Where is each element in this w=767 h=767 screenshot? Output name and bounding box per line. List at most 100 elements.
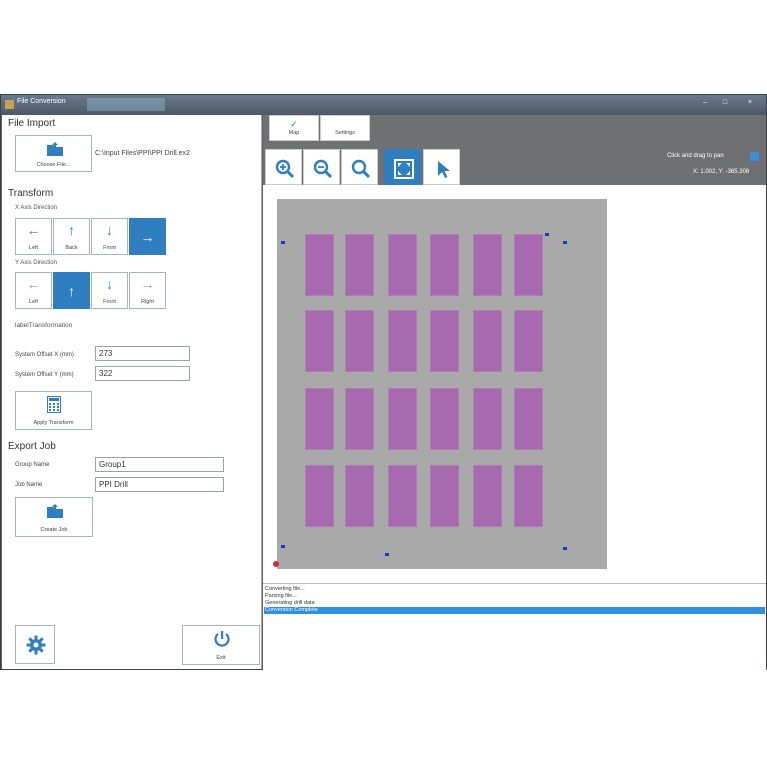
arrow-left-icon: ← bbox=[26, 222, 41, 238]
drill-panel bbox=[345, 310, 374, 372]
choose-file-button[interactable]: Choose File... bbox=[15, 135, 92, 172]
fiducial-marker bbox=[563, 547, 567, 550]
drill-panel bbox=[430, 234, 459, 296]
group-name-label: Group Name bbox=[15, 462, 50, 468]
drill-panel bbox=[514, 234, 543, 296]
job-name-label: Job Name bbox=[15, 482, 43, 488]
fiducial-marker bbox=[281, 545, 285, 548]
drill-panel bbox=[388, 310, 417, 372]
toolbar: ✓ Map Settings Click and drag to pan X: … bbox=[263, 115, 766, 185]
magnifier-icon bbox=[351, 159, 371, 179]
drill-panel bbox=[345, 465, 374, 527]
x-right-button[interactable]: → bbox=[129, 218, 166, 255]
checkmark-icon: ✓ bbox=[290, 119, 298, 129]
app-icon bbox=[5, 100, 14, 109]
log-line: Parsing file... bbox=[265, 593, 297, 599]
minimize-icon[interactable]: – bbox=[701, 99, 709, 107]
settings-tab-label: Settings bbox=[335, 130, 355, 136]
drill-panel bbox=[305, 388, 334, 450]
drill-panel bbox=[473, 388, 502, 450]
calculator-icon bbox=[47, 396, 61, 413]
drill-panel bbox=[514, 388, 543, 450]
drill-panel bbox=[514, 310, 543, 372]
folder-icon bbox=[47, 142, 63, 156]
arrow-down-icon: ↓ bbox=[106, 222, 113, 238]
fiducial-marker bbox=[563, 241, 567, 244]
drill-panel bbox=[388, 234, 417, 296]
drill-panel bbox=[305, 310, 334, 372]
drill-board bbox=[277, 199, 607, 569]
offset-y-input[interactable] bbox=[95, 366, 190, 381]
fiducial-marker bbox=[545, 233, 549, 236]
zoom-out-icon bbox=[313, 159, 333, 179]
y-right-button[interactable]: → Right bbox=[129, 272, 166, 309]
settings-tab[interactable]: Settings bbox=[320, 115, 370, 141]
close-icon[interactable]: × bbox=[746, 99, 754, 107]
arrow-up-icon: ↑ bbox=[68, 222, 75, 238]
create-job-label: Create Job bbox=[40, 527, 68, 533]
fiducial-marker bbox=[385, 553, 389, 556]
transform-heading: Transform bbox=[8, 188, 54, 199]
apply-transform-button[interactable]: Apply Transform bbox=[15, 391, 92, 430]
zoom-button[interactable] bbox=[341, 149, 378, 185]
drill-panel bbox=[430, 465, 459, 527]
fit-view-button[interactable] bbox=[384, 149, 421, 185]
log-line: Generating drill data bbox=[265, 600, 315, 606]
settings-button[interactable] bbox=[15, 625, 55, 664]
window-title: File Conversion bbox=[17, 98, 66, 105]
offset-y-label: System Offset Y (mm) bbox=[15, 372, 74, 378]
y-left-button[interactable]: ← Left bbox=[15, 272, 52, 309]
x-front-button[interactable]: ↓ Front bbox=[91, 218, 128, 255]
create-job-button[interactable]: Create Job bbox=[15, 497, 93, 537]
drill-panel bbox=[430, 388, 459, 450]
group-name-input[interactable] bbox=[95, 457, 224, 472]
x-left-button[interactable]: ← Left bbox=[15, 218, 52, 255]
drill-panel bbox=[473, 310, 502, 372]
arrow-right-icon: → bbox=[140, 229, 155, 245]
x-axis-label: X Axis Direction bbox=[15, 205, 58, 211]
exit-label: Exit bbox=[216, 655, 226, 661]
drill-panel bbox=[514, 465, 543, 527]
label-transformation: labelTransformation bbox=[15, 322, 73, 329]
export-job-heading: Export Job bbox=[8, 441, 56, 452]
maximize-icon[interactable]: □ bbox=[721, 99, 729, 107]
power-icon bbox=[214, 631, 230, 647]
drill-panel bbox=[473, 465, 502, 527]
zoom-in-button[interactable] bbox=[265, 149, 302, 185]
pan-hint: Click and drag to pan bbox=[667, 153, 724, 159]
select-pointer-button[interactable] bbox=[423, 149, 460, 185]
map-tab[interactable]: ✓ Map bbox=[269, 115, 319, 141]
arrow-up-icon: ↑ bbox=[68, 283, 75, 299]
gear-icon bbox=[26, 635, 46, 655]
status-log[interactable]: Converting file... Parsing file... Gener… bbox=[263, 583, 766, 670]
exit-button[interactable]: Exit bbox=[182, 625, 260, 665]
cursor-coordinates: X: 1.002, Y: -365.308 bbox=[693, 169, 750, 175]
drill-panel bbox=[305, 234, 334, 296]
right-pane: ✓ Map Settings Click and drag to pan X: … bbox=[263, 115, 766, 670]
zoom-in-icon bbox=[275, 159, 295, 179]
job-name-input[interactable] bbox=[95, 477, 224, 492]
y-up-button[interactable]: ↑ bbox=[53, 272, 90, 309]
drill-panel bbox=[345, 234, 374, 296]
file-import-heading: File Import bbox=[8, 118, 56, 129]
x-left-label: Left bbox=[28, 245, 39, 251]
arrow-right-icon: → bbox=[140, 276, 155, 292]
offset-x-label: System Offset X (mm) bbox=[15, 352, 74, 358]
app-window: File Conversion – □ × File Import Choose… bbox=[0, 94, 767, 670]
drill-panel bbox=[388, 465, 417, 527]
origin-marker bbox=[273, 561, 279, 567]
x-back-label: Back bbox=[65, 245, 78, 251]
arrow-left-icon: ← bbox=[26, 276, 41, 292]
zoom-out-button[interactable] bbox=[303, 149, 340, 185]
y-front-button[interactable]: ↓ Front bbox=[91, 272, 128, 309]
fit-to-screen-icon bbox=[394, 159, 414, 179]
file-path: C:\Input Files\PPI\PPI Drill.ex2 bbox=[95, 150, 190, 157]
offset-x-input[interactable] bbox=[95, 346, 190, 361]
title-bar[interactable]: File Conversion – □ × bbox=[1, 95, 766, 115]
y-axis-label: Y Axis Direction bbox=[15, 260, 57, 266]
x-back-button[interactable]: ↑ Back bbox=[53, 218, 90, 255]
map-canvas[interactable] bbox=[263, 185, 766, 599]
cursor-arrow-icon bbox=[438, 161, 450, 178]
drill-panel bbox=[305, 465, 334, 527]
drill-panel bbox=[388, 388, 417, 450]
